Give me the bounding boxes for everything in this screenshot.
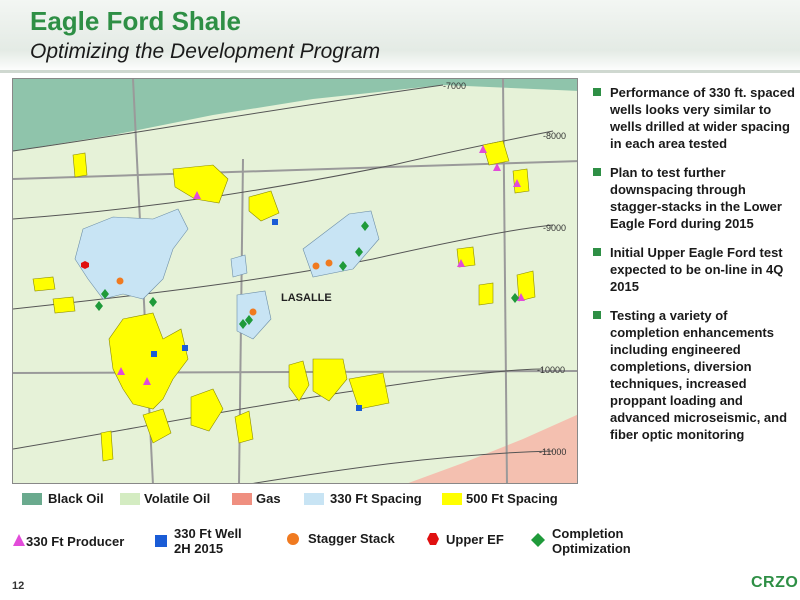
volatile-oil-swatch [120, 493, 140, 505]
acreage-map: -7000 -8000 -9000 -10000 -11000 LASALLE [12, 78, 578, 484]
legend-label-line2: Optimization [552, 541, 631, 556]
county-label: LASALLE [281, 292, 332, 304]
legend-label: 330 Ft Producer [26, 534, 125, 549]
spacing-330-swatch [304, 493, 324, 505]
bullet-text: Initial Upper Eagle Ford test expected t… [610, 245, 784, 294]
legend-label-line1: 330 Ft Well [174, 526, 242, 541]
slide-subtitle: Optimizing the Development Program [30, 40, 381, 63]
slide-header: Eagle Ford Shale Optimizing the Developm… [0, 0, 800, 73]
legend-label: Upper EF [446, 532, 504, 547]
spacing-500-swatch [442, 493, 462, 505]
contour-label-9000: -9000 [543, 223, 566, 233]
bullet-square-icon [593, 311, 601, 319]
contour-label-8000: -8000 [543, 131, 566, 141]
legend-label: Black Oil [48, 491, 104, 506]
black-oil-swatch [22, 493, 42, 505]
contour-label-11000: -11000 [539, 447, 566, 457]
circle-icon [287, 533, 299, 545]
bullet-list: Performance of 330 ft. spaced wells look… [590, 84, 795, 455]
slide-title: Eagle Ford Shale [30, 6, 241, 36]
legend-label: 500 Ft Spacing [466, 491, 558, 506]
legend-label: Volatile Oil [144, 491, 211, 506]
diamond-icon [531, 533, 545, 547]
square-icon [155, 535, 167, 547]
header-divider [0, 70, 800, 73]
legend-label: Stagger Stack [308, 531, 395, 546]
bullet-item: Initial Upper Eagle Ford test expected t… [590, 244, 795, 295]
bullet-text: Testing a variety of completion enhancem… [610, 308, 788, 442]
legend-label: 330 Ft Spacing [330, 491, 422, 506]
contour-label-10000: -10000 [537, 365, 565, 375]
bullet-text: Performance of 330 ft. spaced wells look… [610, 85, 795, 151]
hexagon-icon [427, 533, 439, 545]
company-logo: CRZO [751, 574, 799, 591]
bullet-item: Testing a variety of completion enhancem… [590, 307, 795, 443]
legend-label-line1: Completion [552, 526, 624, 541]
bullet-square-icon [593, 88, 601, 96]
triangle-icon [13, 534, 25, 546]
bullet-item: Performance of 330 ft. spaced wells look… [590, 84, 795, 152]
legend-label: Gas [256, 491, 281, 506]
bullet-square-icon [593, 248, 601, 256]
bullet-square-icon [593, 168, 601, 176]
bullet-text: Plan to test further downspacing through… [610, 165, 782, 231]
legend-label-line2: 2H 2015 [174, 541, 224, 556]
page-number: 12 [12, 580, 25, 592]
bullet-item: Plan to test further downspacing through… [590, 164, 795, 232]
gas-swatch [232, 493, 252, 505]
contour-label-7000: -7000 [443, 81, 466, 91]
